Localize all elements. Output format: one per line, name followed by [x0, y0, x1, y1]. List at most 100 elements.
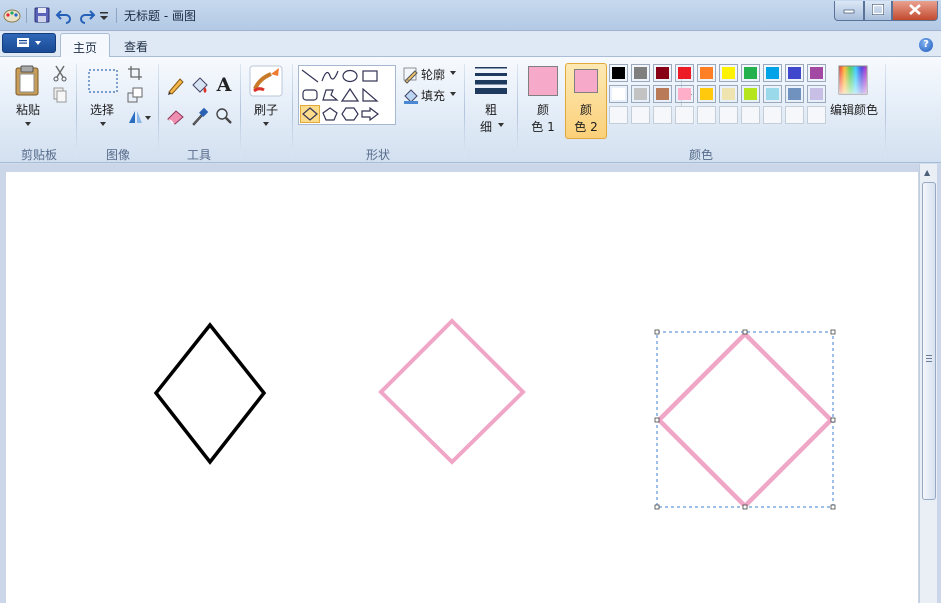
pentagon-shape[interactable] — [320, 105, 340, 123]
cut-icon[interactable] — [51, 64, 69, 82]
line-shape[interactable] — [300, 67, 320, 85]
close-button[interactable] — [892, 1, 938, 21]
hexagon-shape[interactable] — [340, 105, 360, 123]
crop-icon[interactable] — [126, 64, 144, 82]
palette-swatch[interactable] — [785, 64, 804, 82]
custom-color-slot[interactable] — [807, 106, 826, 124]
drawing-canvas[interactable] — [6, 172, 918, 603]
fill-button-label[interactable]: 填充 — [421, 87, 445, 104]
scroll-up-icon[interactable]: ▲ — [924, 168, 930, 177]
redo-icon[interactable] — [78, 6, 96, 24]
palette-swatch[interactable] — [609, 85, 628, 103]
oval-shape[interactable] — [340, 67, 360, 85]
custom-color-slot[interactable] — [653, 106, 672, 124]
brushes-dropdown-icon[interactable] — [261, 120, 271, 128]
select-icon[interactable] — [87, 67, 119, 95]
custom-color-slot[interactable] — [719, 106, 738, 124]
size-dropdown-icon[interactable] — [497, 122, 505, 128]
selected-pink-diamond[interactable] — [655, 330, 835, 510]
palette-swatch[interactable] — [763, 85, 782, 103]
resize-handle[interactable] — [654, 504, 660, 510]
paste-icon[interactable] — [13, 64, 43, 96]
size-icon[interactable] — [474, 66, 508, 94]
fill-icon[interactable] — [402, 87, 420, 105]
size-label-top[interactable]: 粗 — [474, 101, 508, 118]
custom-color-slot[interactable] — [675, 106, 694, 124]
curve-shape[interactable] — [320, 67, 340, 85]
paste-dropdown-icon[interactable] — [23, 120, 33, 128]
resize-handle[interactable] — [830, 329, 836, 335]
magnifier-icon[interactable] — [213, 106, 234, 127]
palette-swatch[interactable] — [653, 64, 672, 82]
help-icon[interactable]: ? — [919, 38, 933, 52]
palette-swatch[interactable] — [631, 64, 650, 82]
tab-home[interactable]: 主页 — [60, 33, 111, 57]
resize-handle[interactable] — [830, 417, 836, 423]
eraser-icon[interactable] — [165, 106, 186, 127]
polygon-shape[interactable] — [320, 86, 340, 104]
resize-handle[interactable] — [654, 329, 660, 335]
palette-swatch[interactable] — [741, 85, 760, 103]
custom-color-slot[interactable] — [785, 106, 804, 124]
palette-swatch[interactable] — [719, 85, 738, 103]
outline-button-label[interactable]: 轮廓 — [421, 66, 445, 83]
text-icon[interactable]: A — [213, 74, 235, 96]
paste-button-label[interactable]: 粘贴 — [13, 101, 43, 118]
palette-swatch[interactable] — [675, 64, 694, 82]
custom-color-slot[interactable] — [741, 106, 760, 124]
palette-swatch[interactable] — [697, 64, 716, 82]
resize-handle[interactable] — [742, 329, 748, 335]
custom-color-slot[interactable] — [697, 106, 716, 124]
resize-handle[interactable] — [742, 504, 748, 510]
outline-dropdown-icon[interactable] — [449, 70, 457, 76]
edit-colors-icon[interactable] — [838, 65, 868, 95]
palette-swatch[interactable] — [609, 64, 628, 82]
select-dropdown-icon[interactable] — [98, 120, 108, 128]
minimize-button[interactable] — [834, 1, 864, 21]
fill-dropdown-icon[interactable] — [449, 91, 457, 97]
resize-handle[interactable] — [830, 504, 836, 510]
color-1-button[interactable]: 颜 色 1 — [524, 63, 562, 137]
paint-menu-button[interactable] — [2, 33, 56, 53]
customize-dropdown-icon[interactable] — [98, 6, 110, 24]
pencil-icon[interactable] — [165, 75, 186, 96]
rounded-rectangle-shape[interactable] — [300, 86, 320, 104]
palette-swatch[interactable] — [697, 85, 716, 103]
fill-bucket-icon[interactable] — [189, 75, 210, 96]
palette-swatch[interactable] — [675, 85, 694, 103]
resize-handle[interactable] — [654, 417, 660, 423]
triangle-shape[interactable] — [340, 86, 360, 104]
palette-swatch[interactable] — [785, 85, 804, 103]
maximize-button[interactable] — [864, 1, 892, 21]
custom-color-slot[interactable] — [609, 106, 628, 124]
palette-swatch[interactable] — [807, 64, 826, 82]
palette-swatch[interactable] — [631, 85, 650, 103]
vertical-scrollbar[interactable]: ▲ — [919, 164, 937, 603]
outline-icon[interactable] — [402, 66, 420, 84]
edit-colors-label[interactable]: 编辑颜色 — [826, 101, 882, 118]
brushes-button-label[interactable]: 刷子 — [249, 101, 283, 118]
rotate-icon[interactable] — [126, 108, 152, 126]
right-arrow-shape[interactable] — [360, 105, 380, 123]
copy-icon[interactable] — [51, 86, 69, 104]
color-picker-icon[interactable] — [189, 106, 210, 127]
paint-app-icon[interactable] — [3, 6, 21, 24]
brushes-icon[interactable] — [249, 65, 283, 97]
color-2-button[interactable]: 颜 色 2 — [565, 63, 607, 139]
scrollbar-thumb[interactable] — [922, 182, 936, 500]
palette-swatch[interactable] — [719, 64, 738, 82]
rectangle-shape[interactable] — [360, 67, 380, 85]
resize-icon[interactable] — [126, 86, 144, 104]
selection-box[interactable] — [654, 329, 836, 510]
custom-color-slot[interactable] — [631, 106, 650, 124]
select-button-label[interactable]: 选择 — [86, 101, 118, 118]
palette-swatch[interactable] — [741, 64, 760, 82]
save-icon[interactable] — [33, 6, 51, 24]
custom-color-slot[interactable] — [763, 106, 782, 124]
palette-swatch[interactable] — [653, 85, 672, 103]
undo-icon[interactable] — [55, 6, 73, 24]
tab-view[interactable]: 查看 — [112, 33, 160, 57]
diamond-shape[interactable] — [300, 105, 320, 123]
right-triangle-shape[interactable] — [360, 86, 380, 104]
palette-swatch[interactable] — [763, 64, 782, 82]
